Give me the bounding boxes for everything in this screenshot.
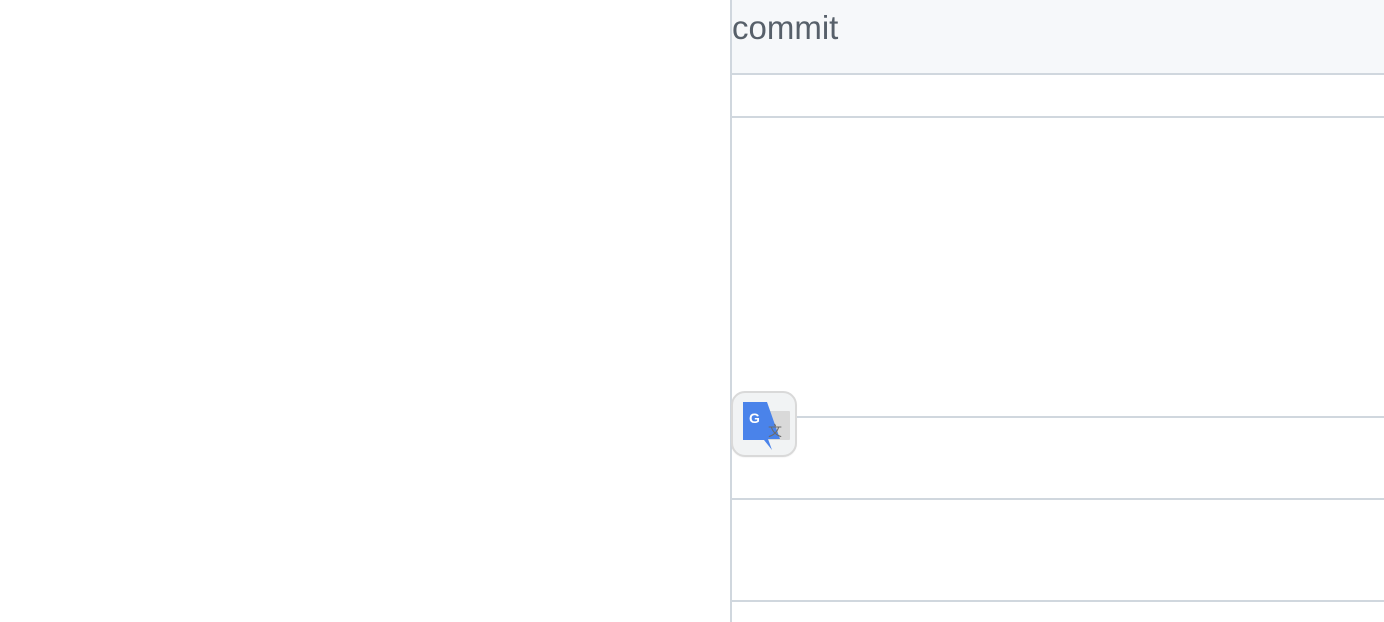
panel-row — [732, 75, 1384, 118]
google-translate-icon: G 文 — [743, 402, 790, 450]
translate-icon-g-glyph: G — [749, 410, 760, 426]
translate-icon-wen-glyph: 文 — [768, 424, 782, 440]
blank-area — [0, 0, 730, 622]
screen: commit G 文 — [0, 0, 1384, 622]
panel-row — [732, 500, 1384, 602]
panel-header: commit — [732, 0, 1384, 75]
google-translate-button[interactable]: G 文 — [731, 391, 797, 457]
panel-row — [732, 418, 1384, 500]
commit-panel: commit — [730, 0, 1384, 622]
panel-row — [732, 118, 1384, 418]
commit-heading: commit — [732, 9, 839, 46]
